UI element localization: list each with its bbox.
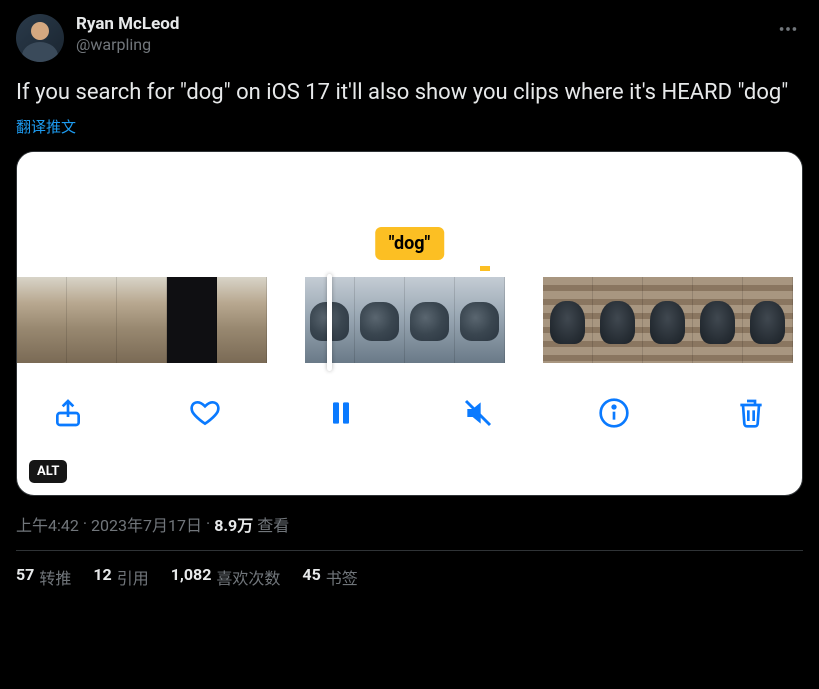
author-display-name[interactable]: Ryan McLeod — [76, 14, 179, 35]
separator: · — [206, 514, 210, 533]
divider — [16, 550, 803, 551]
separator: · — [83, 514, 87, 533]
thumb-group-1 — [17, 277, 267, 368]
media-top-area: "dog" — [17, 152, 802, 277]
views-label: 查看 — [257, 512, 289, 536]
video-thumbnail — [117, 277, 167, 363]
trash-icon — [735, 397, 767, 429]
favorite-button[interactable] — [188, 396, 222, 430]
pause-icon — [325, 397, 357, 429]
info-icon — [598, 397, 630, 429]
tweet-container: Ryan McLeod @warpling If you search for … — [16, 14, 803, 589]
translate-link[interactable]: 翻译推文 — [16, 116, 76, 137]
heart-icon — [189, 397, 221, 429]
quotes-label: 引用 — [117, 565, 149, 589]
video-thumbnail — [543, 277, 593, 363]
thumb-group-2 — [305, 277, 505, 368]
media-attachment[interactable]: "dog" — [16, 151, 803, 496]
retweets-label: 转推 — [39, 565, 71, 589]
engagement-stats: 57 转推 12 引用 1,082 喜欢次数 45 书签 — [16, 565, 803, 589]
speaker-muted-icon — [462, 397, 494, 429]
video-thumbnail — [643, 277, 693, 363]
likes-stat[interactable]: 1,082 喜欢次数 — [171, 565, 281, 589]
search-term-tooltip: "dog" — [375, 227, 445, 260]
info-button[interactable] — [597, 396, 631, 430]
bookmarks-stat[interactable]: 45 书签 — [302, 565, 357, 589]
author-names: Ryan McLeod @warpling — [76, 14, 179, 55]
pause-button[interactable] — [324, 396, 358, 430]
more-icon — [777, 18, 799, 40]
thumb-group-3 — [543, 277, 793, 368]
video-thumbnail — [693, 277, 743, 363]
views-count: 8.9万 — [214, 512, 253, 536]
quotes-count: 12 — [93, 565, 111, 589]
likes-count: 1,082 — [171, 565, 212, 589]
video-thumbnail — [17, 277, 67, 363]
bookmarks-count: 45 — [302, 565, 320, 589]
video-thumbnail — [593, 277, 643, 363]
video-thumbnail — [355, 277, 405, 363]
video-scrubber[interactable] — [17, 277, 802, 372]
bookmarks-label: 书签 — [326, 565, 358, 589]
retweets-stat[interactable]: 57 转推 — [16, 565, 71, 589]
video-thumbnail — [67, 277, 117, 363]
tweet-header: Ryan McLeod @warpling — [16, 14, 803, 62]
media-toolbar — [17, 372, 802, 430]
video-thumbnail — [167, 277, 217, 363]
video-thumbnail — [217, 277, 267, 363]
post-date[interactable]: 2023年7月17日 — [91, 512, 202, 536]
video-thumbnail — [743, 277, 793, 363]
avatar[interactable] — [16, 14, 64, 62]
post-time[interactable]: 上午4:42 — [16, 512, 79, 536]
delete-button[interactable] — [734, 396, 768, 430]
share-button[interactable] — [51, 396, 85, 430]
video-thumbnail — [405, 277, 455, 363]
likes-label: 喜欢次数 — [216, 565, 280, 589]
more-button[interactable] — [773, 14, 803, 48]
video-thumbnail — [455, 277, 505, 363]
tooltip-tick — [480, 266, 490, 271]
author-handle[interactable]: @warpling — [76, 35, 179, 55]
quotes-stat[interactable]: 12 引用 — [93, 565, 148, 589]
tweet-text: If you search for "dog" on iOS 17 it'll … — [16, 78, 803, 108]
share-icon — [52, 397, 84, 429]
mute-button[interactable] — [461, 396, 495, 430]
timestamp-row: 上午4:42 · 2023年7月17日 · 8.9万 查看 — [16, 512, 803, 536]
playhead-indicator[interactable] — [327, 274, 332, 371]
retweets-count: 57 — [16, 565, 34, 589]
alt-badge[interactable]: ALT — [29, 460, 67, 483]
